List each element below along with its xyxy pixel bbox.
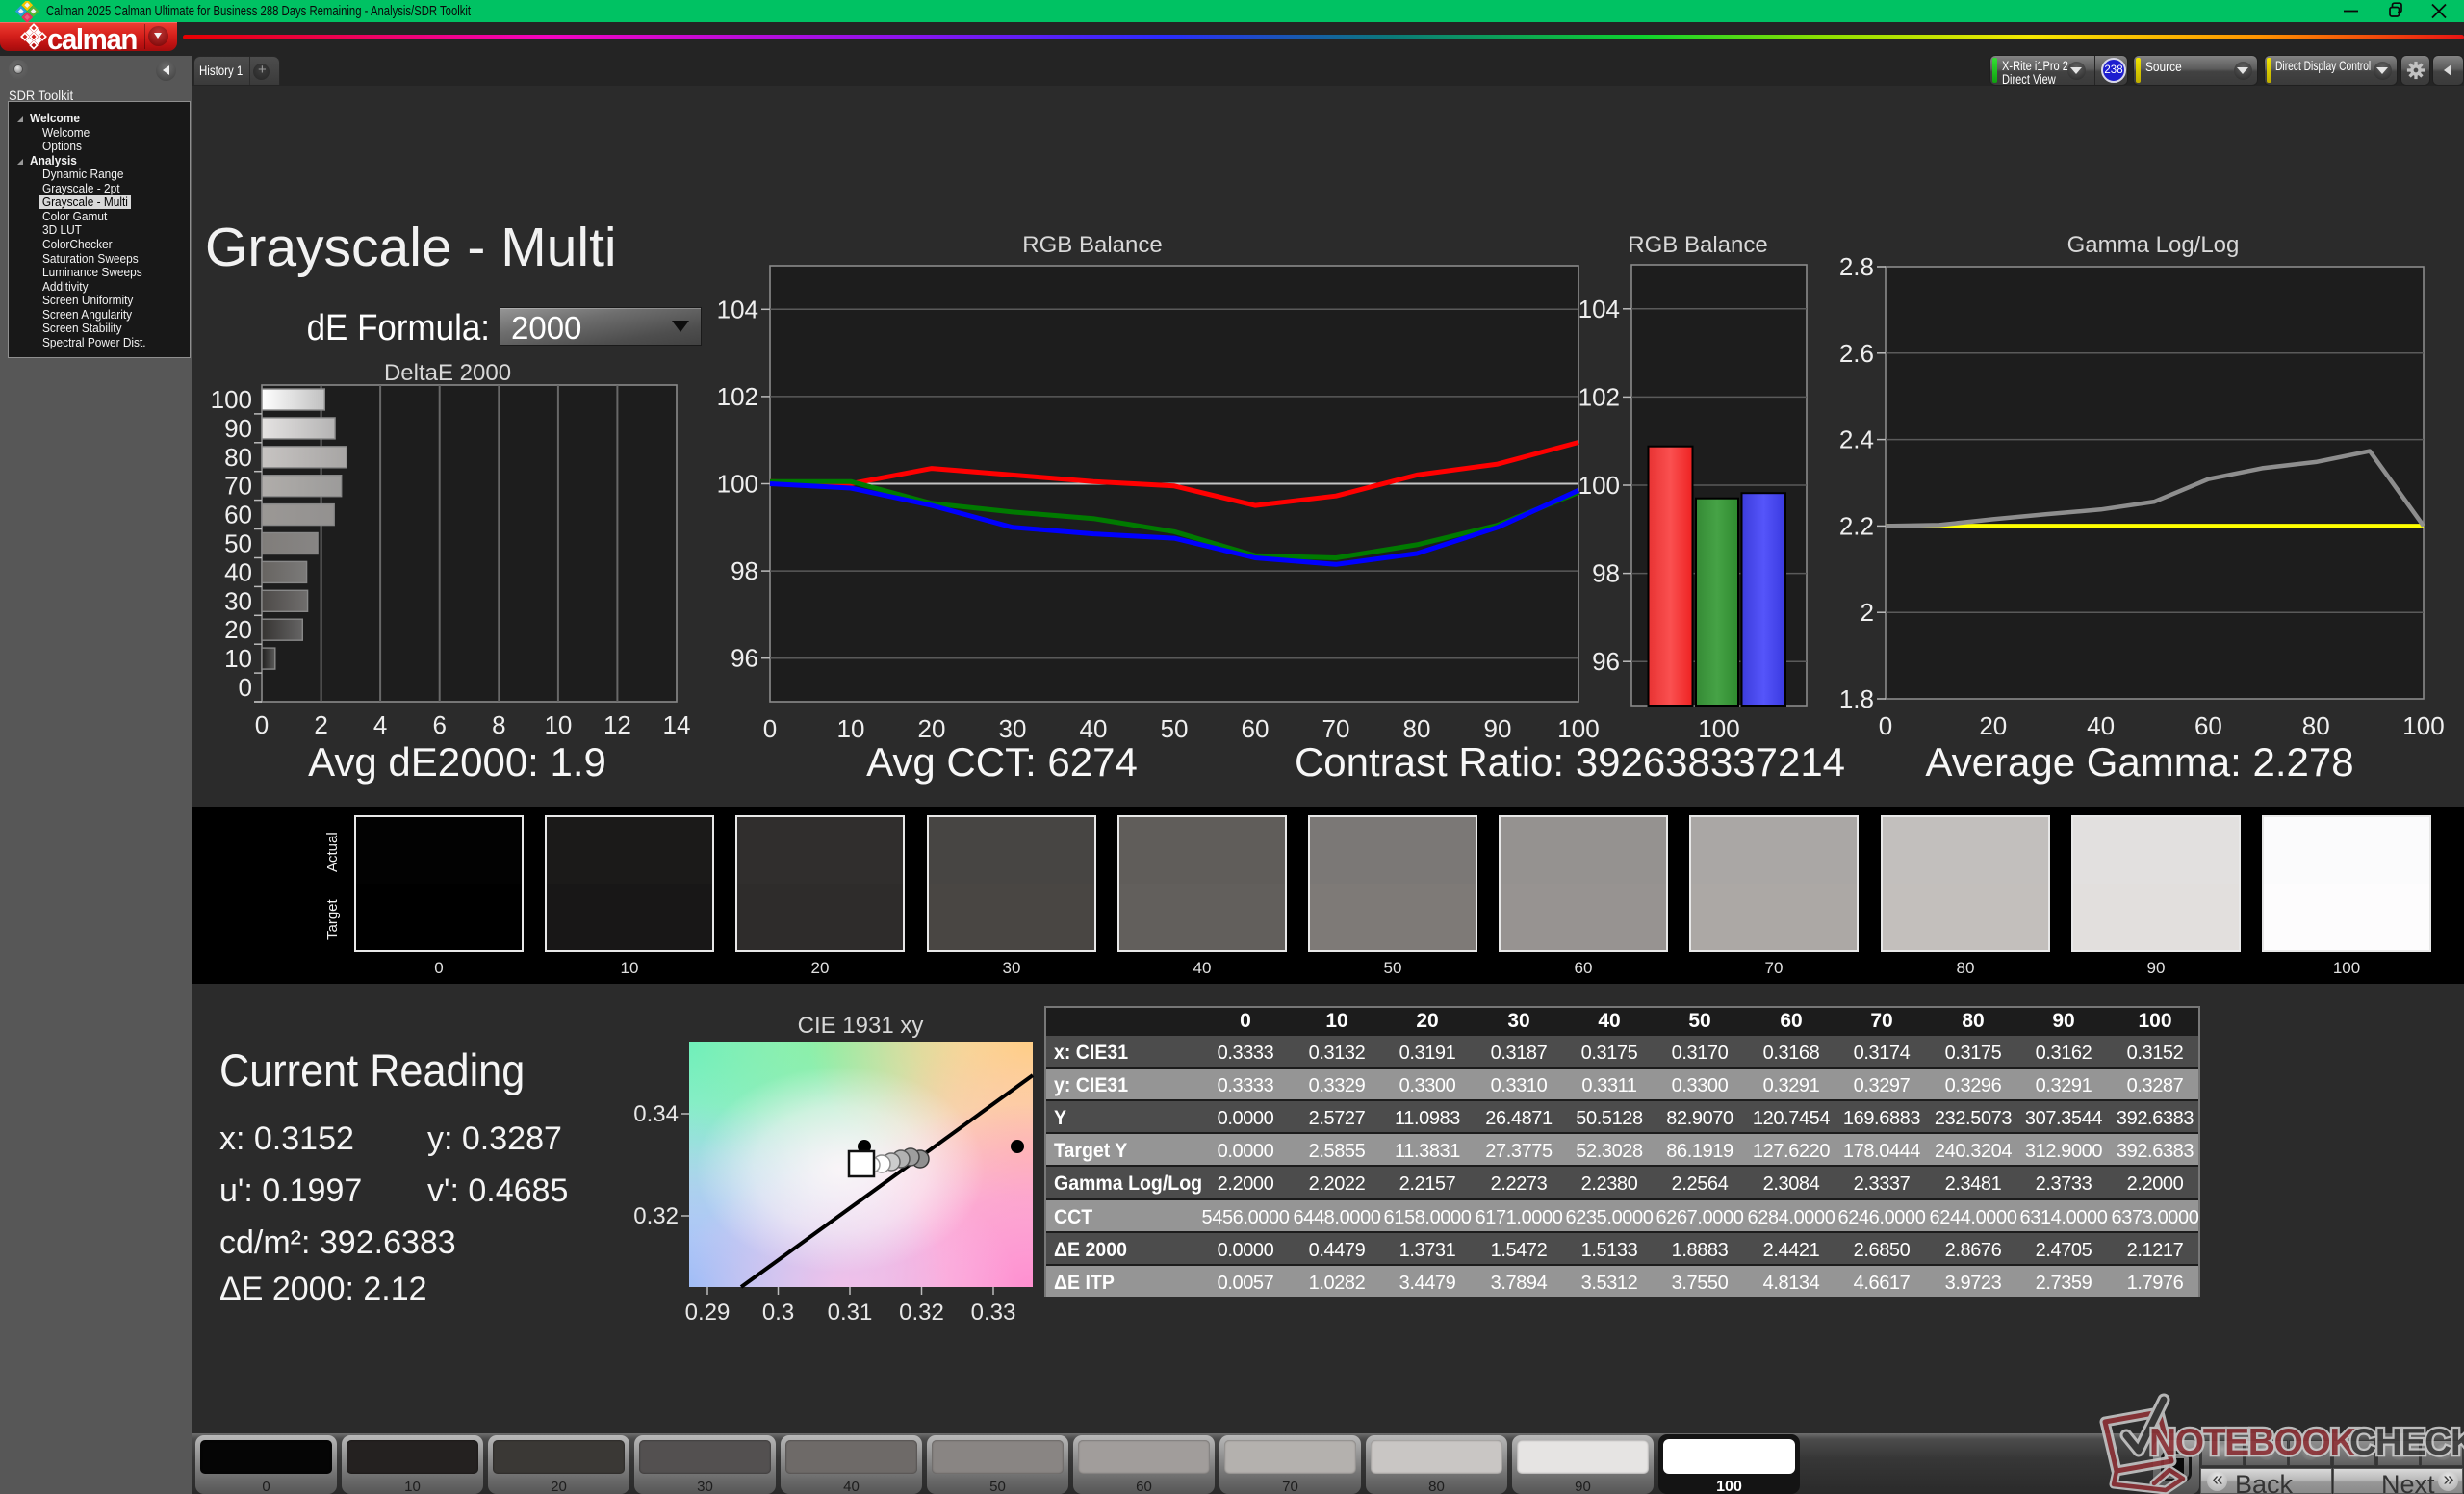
svg-text:0: 0 [255, 710, 269, 739]
svg-text:70: 70 [224, 472, 252, 501]
svg-text:CIE 1931 xy: CIE 1931 xy [798, 1013, 924, 1039]
svg-text:102: 102 [1578, 382, 1620, 411]
svg-text:0.32: 0.32 [633, 1203, 679, 1229]
svg-text:10: 10 [544, 710, 572, 739]
svg-text:2.6: 2.6 [1839, 339, 1874, 368]
svg-text:20: 20 [224, 615, 252, 644]
svg-text:60: 60 [224, 501, 252, 529]
svg-text:50: 50 [224, 529, 252, 558]
svg-text:0.3: 0.3 [762, 1300, 794, 1326]
svg-text:2: 2 [314, 710, 327, 739]
svg-text:0.29: 0.29 [685, 1300, 731, 1326]
svg-text:10: 10 [224, 644, 252, 673]
svg-text:60: 60 [2194, 711, 2222, 740]
svg-text:NOTEBOOK: NOTEBOOK [2149, 1422, 2356, 1463]
svg-text:104: 104 [717, 295, 758, 323]
svg-text:2: 2 [1861, 598, 1874, 627]
svg-text:98: 98 [1592, 559, 1620, 588]
svg-text:90: 90 [224, 414, 252, 443]
svg-text:98: 98 [731, 556, 758, 585]
svg-text:40: 40 [2087, 711, 2115, 740]
svg-text:0: 0 [1879, 711, 1892, 740]
svg-text:80: 80 [224, 443, 252, 472]
svg-text:0.33: 0.33 [971, 1300, 1016, 1326]
svg-text:14: 14 [663, 710, 691, 739]
svg-text:12: 12 [603, 710, 631, 739]
svg-text:RGB Balance: RGB Balance [1628, 236, 1767, 258]
svg-text:DeltaE 2000: DeltaE 2000 [384, 360, 511, 386]
svg-text:2.8: 2.8 [1839, 252, 1874, 281]
svg-text:2.2: 2.2 [1839, 511, 1874, 540]
svg-text:100: 100 [211, 385, 252, 414]
svg-text:RGB Balance: RGB Balance [1022, 236, 1162, 258]
svg-text:96: 96 [731, 644, 758, 673]
svg-text:100: 100 [2402, 711, 2444, 740]
svg-text:1.8: 1.8 [1839, 684, 1874, 713]
svg-text:30: 30 [224, 586, 252, 615]
svg-text:0.32: 0.32 [899, 1300, 944, 1326]
svg-text:20: 20 [1979, 711, 2007, 740]
svg-text:8: 8 [492, 710, 505, 739]
svg-text:CHECK: CHECK [2349, 1422, 2464, 1463]
svg-text:2.4: 2.4 [1839, 425, 1874, 454]
svg-text:0.34: 0.34 [633, 1101, 679, 1127]
svg-text:104: 104 [1578, 295, 1620, 323]
svg-text:0.31: 0.31 [828, 1300, 873, 1326]
svg-text:4: 4 [373, 710, 387, 739]
svg-text:Gamma Log/Log: Gamma Log/Log [2067, 236, 2240, 258]
svg-text:102: 102 [717, 382, 758, 411]
svg-text:0: 0 [239, 673, 252, 702]
svg-text:96: 96 [1592, 647, 1620, 676]
svg-text:80: 80 [2302, 711, 2330, 740]
svg-text:40: 40 [224, 557, 252, 586]
svg-text:100: 100 [1578, 471, 1620, 500]
svg-text:100: 100 [717, 470, 758, 499]
svg-text:6: 6 [432, 710, 446, 739]
